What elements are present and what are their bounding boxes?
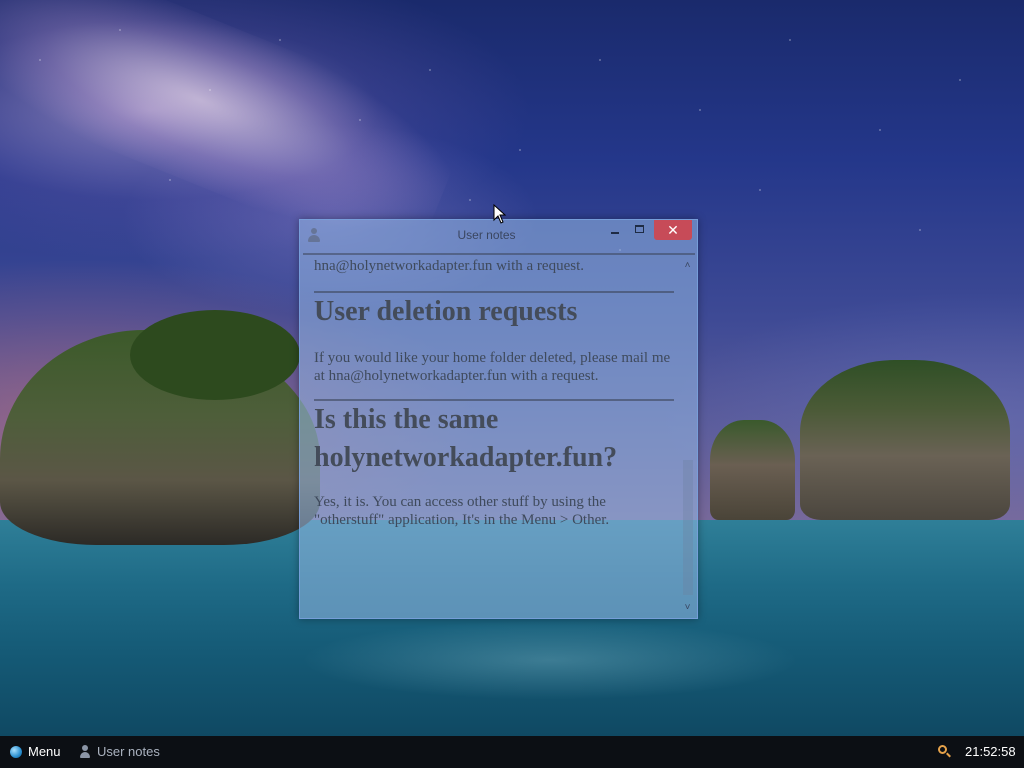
search-icon[interactable] (938, 745, 952, 759)
maximize-icon (635, 225, 644, 233)
user-icon (80, 745, 90, 758)
menu-label: Menu (28, 744, 61, 759)
minimize-icon (611, 232, 619, 234)
minimize-button[interactable] (604, 220, 626, 240)
taskbar-item-label: User notes (97, 744, 160, 759)
paragraph-user-deletion: If you would like your home folder delet… (314, 350, 671, 384)
close-button[interactable]: ✕ (654, 220, 692, 240)
heading-same-site: Is this the same holynetworkadapter.fun? (314, 404, 618, 473)
paragraph-home-directory: your home directory is not allowed. Plea… (314, 255, 637, 274)
close-icon: ✕ (667, 222, 679, 238)
wallpaper-island-left-trees (130, 310, 300, 400)
taskbar-clock[interactable]: 21:52:58 (965, 744, 1016, 759)
globe-icon (10, 746, 22, 758)
notes-document: your home directory is not allowed. Plea… (314, 255, 674, 529)
scroll-down-icon[interactable]: ˅ (680, 601, 695, 615)
taskbar-item-user-notes[interactable]: User notes (76, 736, 186, 768)
wallpaper-rock-middle (710, 420, 795, 520)
taskbar: Menu User notes 21:52:58 (0, 736, 1024, 768)
scroll-up-icon[interactable]: ˄ (680, 259, 695, 273)
mouse-pointer-icon (493, 204, 507, 224)
user-notes-window[interactable]: User notes ✕ your home directory is not … (299, 219, 698, 619)
scroll-thumb[interactable] (683, 460, 693, 595)
wallpaper-island-right (800, 360, 1010, 520)
menu-button[interactable]: Menu (6, 736, 66, 768)
paragraph-same-site: Yes, it is. You can access other stuff b… (314, 494, 610, 528)
window-titlebar[interactable]: User notes ✕ (300, 220, 697, 250)
heading-user-deletion: User deletion requests (314, 296, 578, 327)
wallpaper-sea-glow (300, 620, 800, 700)
notes-content[interactable]: your home directory is not allowed. Plea… (303, 253, 695, 617)
vertical-scrollbar[interactable]: ˄ ˅ (680, 255, 695, 617)
maximize-button[interactable] (629, 220, 651, 240)
